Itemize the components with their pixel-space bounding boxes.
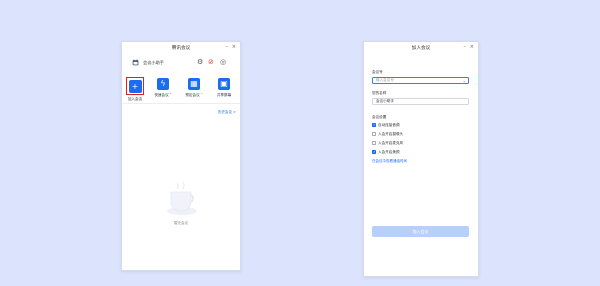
share-label: 共享屏幕 [216,93,232,97]
divider [122,103,240,104]
join-label: 加入会议 [127,97,143,101]
quick-meeting-action[interactable]: ϟ 快速会议 ˅ [152,78,174,98]
main-window: 腾讯会议 – × 会议小助手 ⚙ ⊘ ◎ + 加入会议 ϟ 快速会议 ˅ ▦ 预… [121,41,241,271]
checkbox-checked[interactable]: ✓ [372,123,376,127]
option-label: 自动连接音频 [378,123,400,127]
join-highlight: + [126,77,144,95]
meeting-id-input[interactable]: 输入会议号 ⌄ [372,77,469,84]
option-beauty[interactable]: ✓ 入会开启美颜 [372,150,400,155]
lightning-icon[interactable]: ϟ [157,78,169,90]
window-title: 加入会议 [411,46,431,51]
option-microphone[interactable]: 入会开启麦克风 [372,141,403,146]
option-auto-audio[interactable]: ✓ 自动连接音频 [372,123,400,128]
close-button[interactable]: × [232,45,236,50]
settings-label: 会议设置 [372,115,387,119]
calendar-tile-icon[interactable]: ▦ [188,78,200,90]
chevron-down-icon[interactable]: ⌄ [463,78,466,83]
join-icon[interactable]: + [128,79,142,93]
empty-cup-icon [167,181,197,215]
settings-icon[interactable]: ⚙ [197,58,203,66]
option-label: 入会开启麦克风 [378,141,404,145]
option-label: 入会开启摄像头 [378,132,404,136]
schedule-label: 预定会议 ˅ [185,93,203,97]
schedule-meeting-action[interactable]: ▦ 预定会议 ˅ [183,78,205,98]
checkbox[interactable] [372,141,376,145]
history-link[interactable]: 历史会议 > [218,110,236,115]
new-meeting-icon[interactable]: ⊘ [208,58,214,66]
calendar-icon[interactable] [132,59,139,66]
user-name: 会议小助手 [143,60,164,65]
close-button[interactable]: × [470,45,474,50]
call-time-link[interactable]: 在会议中查看通话时间 [372,159,407,164]
name-label: 您的名称 [372,91,387,95]
window-title: 腾讯会议 [171,46,191,51]
checkbox-checked[interactable]: ✓ [372,150,376,154]
option-camera[interactable]: 入会开启摄像头 [372,132,403,137]
quick-meeting-label: 快速会议 ˅ [154,93,172,97]
meeting-id-label: 会议号 [372,70,383,74]
screen-share-icon[interactable]: ▣ [218,78,230,90]
share-screen-action[interactable]: ▣ 共享屏幕 [213,78,235,98]
checkbox[interactable] [372,132,376,136]
option-label: 入会开启美颜 [378,150,400,154]
join-button[interactable]: 加入会议 [372,226,469,237]
empty-text: 暂无会议 [173,221,189,225]
minimize-button[interactable]: – [464,45,467,50]
name-input[interactable]: 会议小助手 [372,98,469,105]
minimize-button[interactable]: – [226,45,229,50]
join-meeting-window: 加入会议 – × 会议号 输入会议号 ⌄ 您的名称 会议小助手 会议设置 ✓ 自动… [363,41,479,277]
join-meeting-action[interactable]: + 加入会议 [124,77,146,102]
avatar-icon[interactable]: ◎ [220,58,226,66]
meeting-id-placeholder: 输入会议号 [376,78,394,82]
